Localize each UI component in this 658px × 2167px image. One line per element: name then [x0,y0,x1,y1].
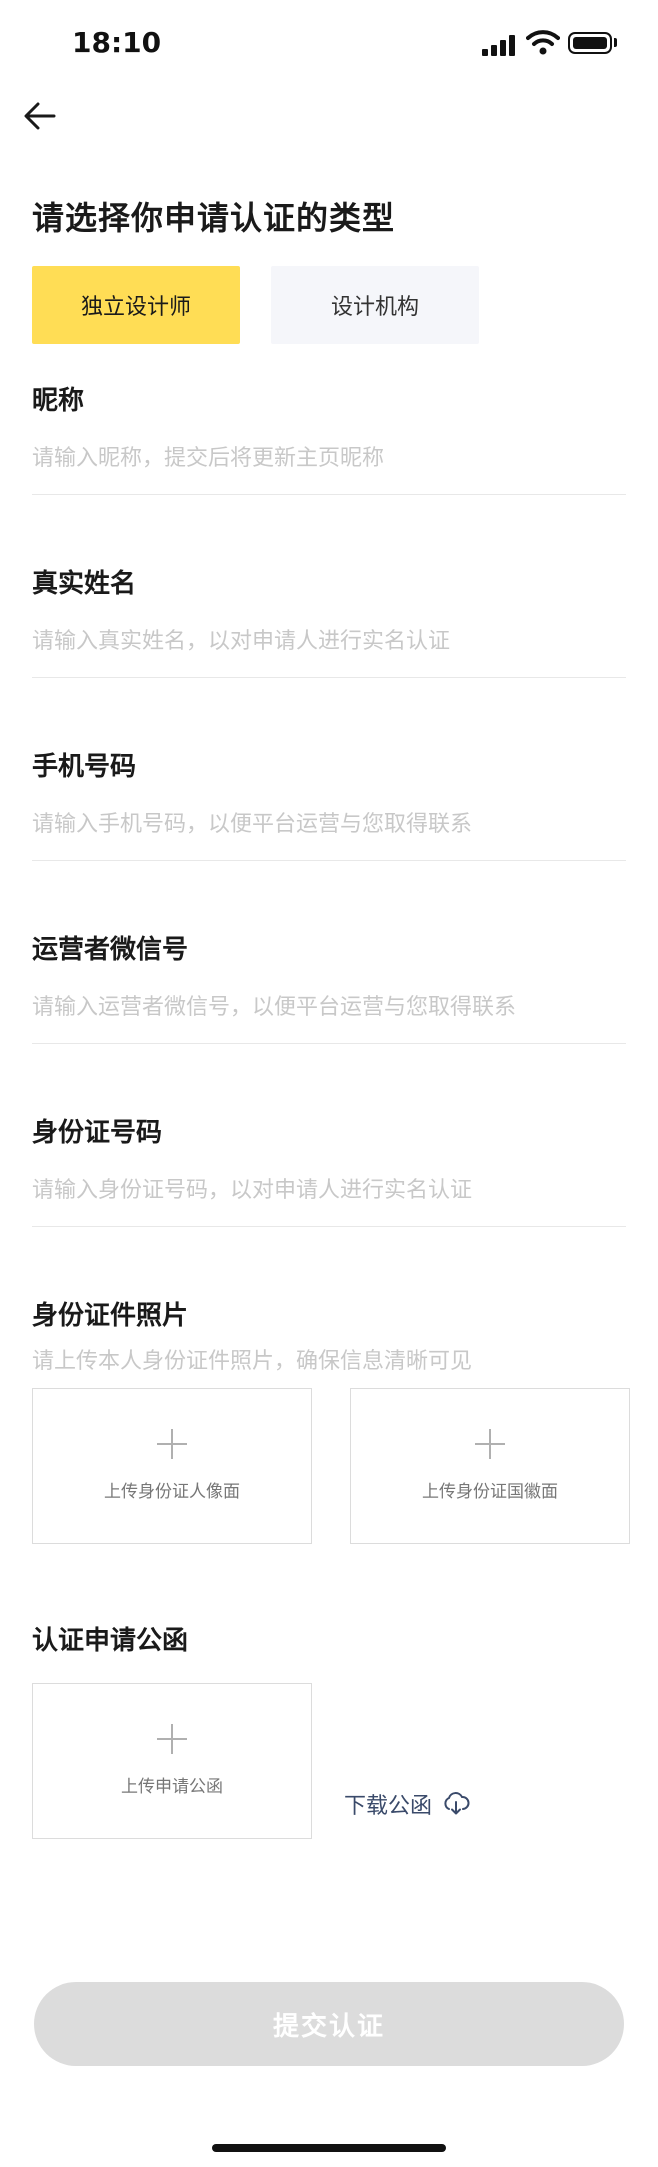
nickname-divider [32,494,626,495]
plus-icon [157,1724,187,1754]
status-time: 18:10 [72,26,162,59]
type-option-independent-designer[interactable]: 独立设计师 [32,266,240,344]
download-letter-link[interactable]: 下载公函 [344,1788,470,1820]
upload-id-back-button[interactable]: 上传身份证国徽面 [350,1388,630,1544]
id-photo-hint: 请上传本人身份证件照片，确保信息清晰可见 [32,1349,473,1374]
nickname-label: 昵称 [32,386,85,416]
home-indicator [212,2144,446,2152]
phone-input[interactable] [32,804,626,844]
phone-divider [32,860,626,861]
id-number-label: 身份证号码 [32,1118,163,1148]
submit-button[interactable]: 提交认证 [34,1982,624,2066]
plus-icon [157,1429,187,1459]
wechat-divider [32,1043,626,1044]
letter-label: 认证申请公函 [32,1626,189,1656]
page-title: 请选择你申请认证的类型 [32,199,396,237]
phone-label: 手机号码 [32,752,137,782]
cellular-signal-icon [482,34,518,56]
wifi-icon [526,30,560,55]
upload-id-front-button[interactable]: 上传身份证人像面 [32,1388,312,1544]
battery-icon [568,32,612,54]
real-name-input[interactable] [32,621,626,661]
id-number-divider [32,1226,626,1227]
type-option-design-agency[interactable]: 设计机构 [271,266,479,344]
status-bar: 18:10 [0,0,658,90]
id-number-input[interactable] [32,1170,626,1210]
upload-id-back-label: 上传身份证国徽面 [422,1482,558,1502]
upload-letter-label: 上传申请公函 [121,1777,223,1797]
battery-cap [614,38,617,47]
upload-id-front-label: 上传身份证人像面 [104,1482,240,1502]
back-arrow-icon[interactable] [20,96,60,136]
real-name-label: 真实姓名 [32,569,137,599]
wechat-label: 运营者微信号 [32,935,189,965]
upload-letter-button[interactable]: 上传申请公函 [32,1683,312,1839]
plus-icon [475,1429,505,1459]
wechat-input[interactable] [32,987,626,1027]
nickname-input[interactable] [32,438,626,478]
download-letter-label: 下载公函 [344,1794,433,1819]
real-name-divider [32,677,626,678]
id-photo-label: 身份证件照片 [32,1301,189,1331]
cloud-download-icon [444,1792,470,1815]
